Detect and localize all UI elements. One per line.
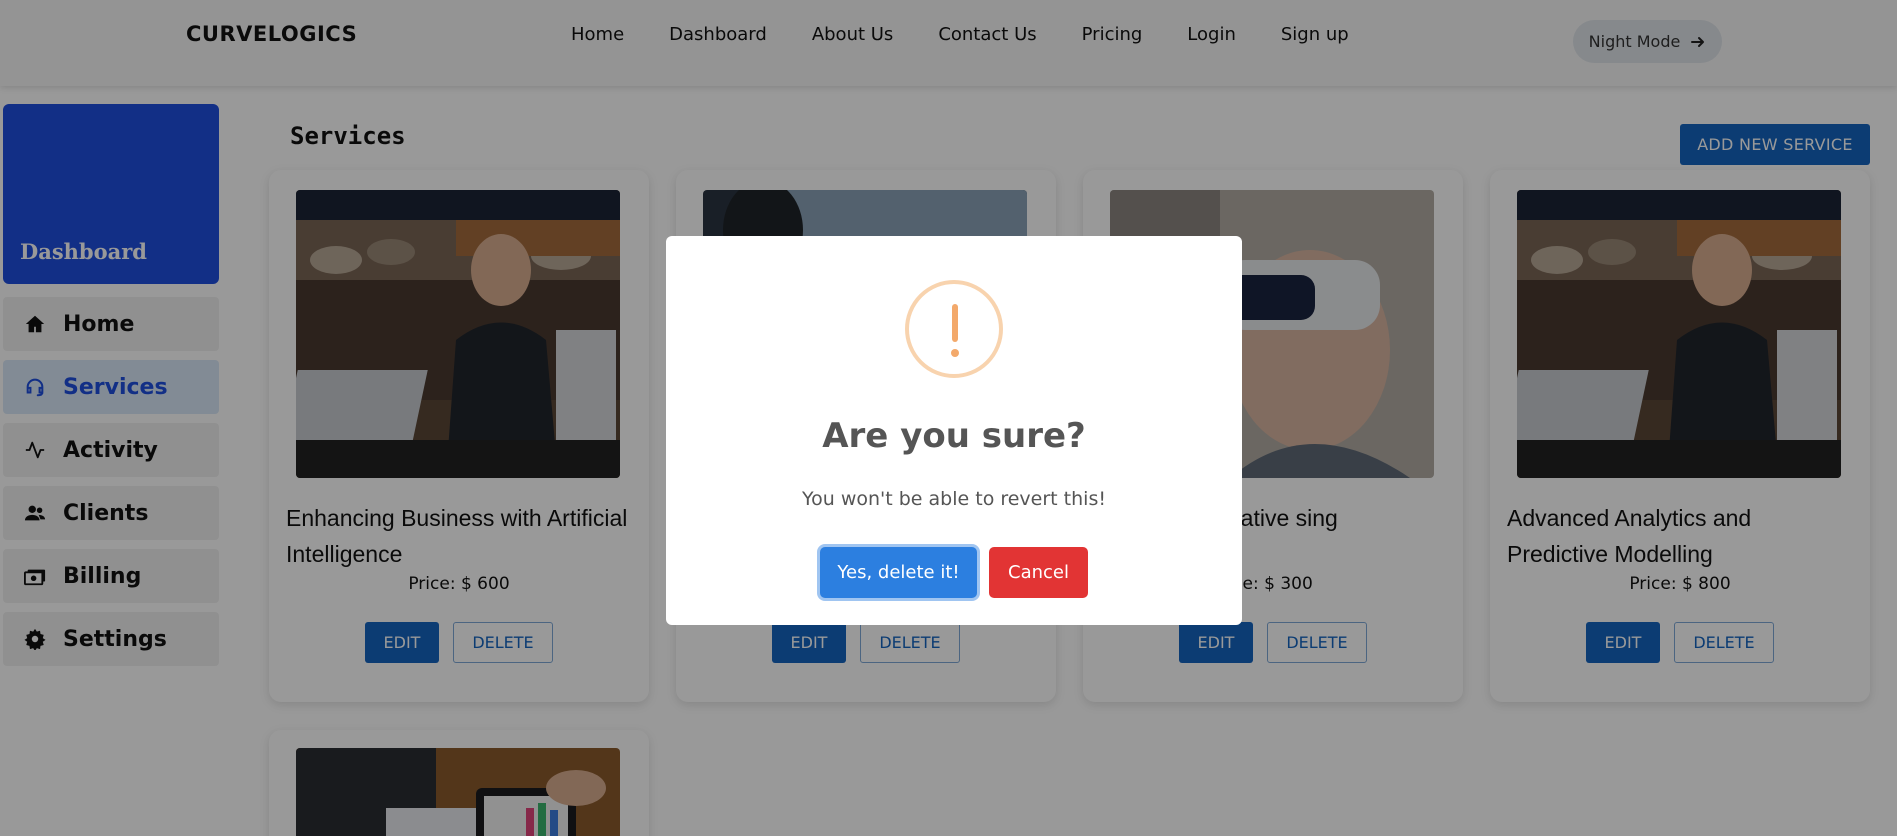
confirm-delete-button[interactable]: Yes, delete it! (820, 547, 977, 598)
dialog-title: Are you sure? (822, 416, 1086, 456)
confirm-dialog: Are you sure? You won't be able to rever… (666, 236, 1242, 625)
dialog-message: You won't be able to revert this! (802, 488, 1106, 510)
warning-icon (905, 280, 1003, 378)
cancel-button[interactable]: Cancel (989, 547, 1088, 598)
